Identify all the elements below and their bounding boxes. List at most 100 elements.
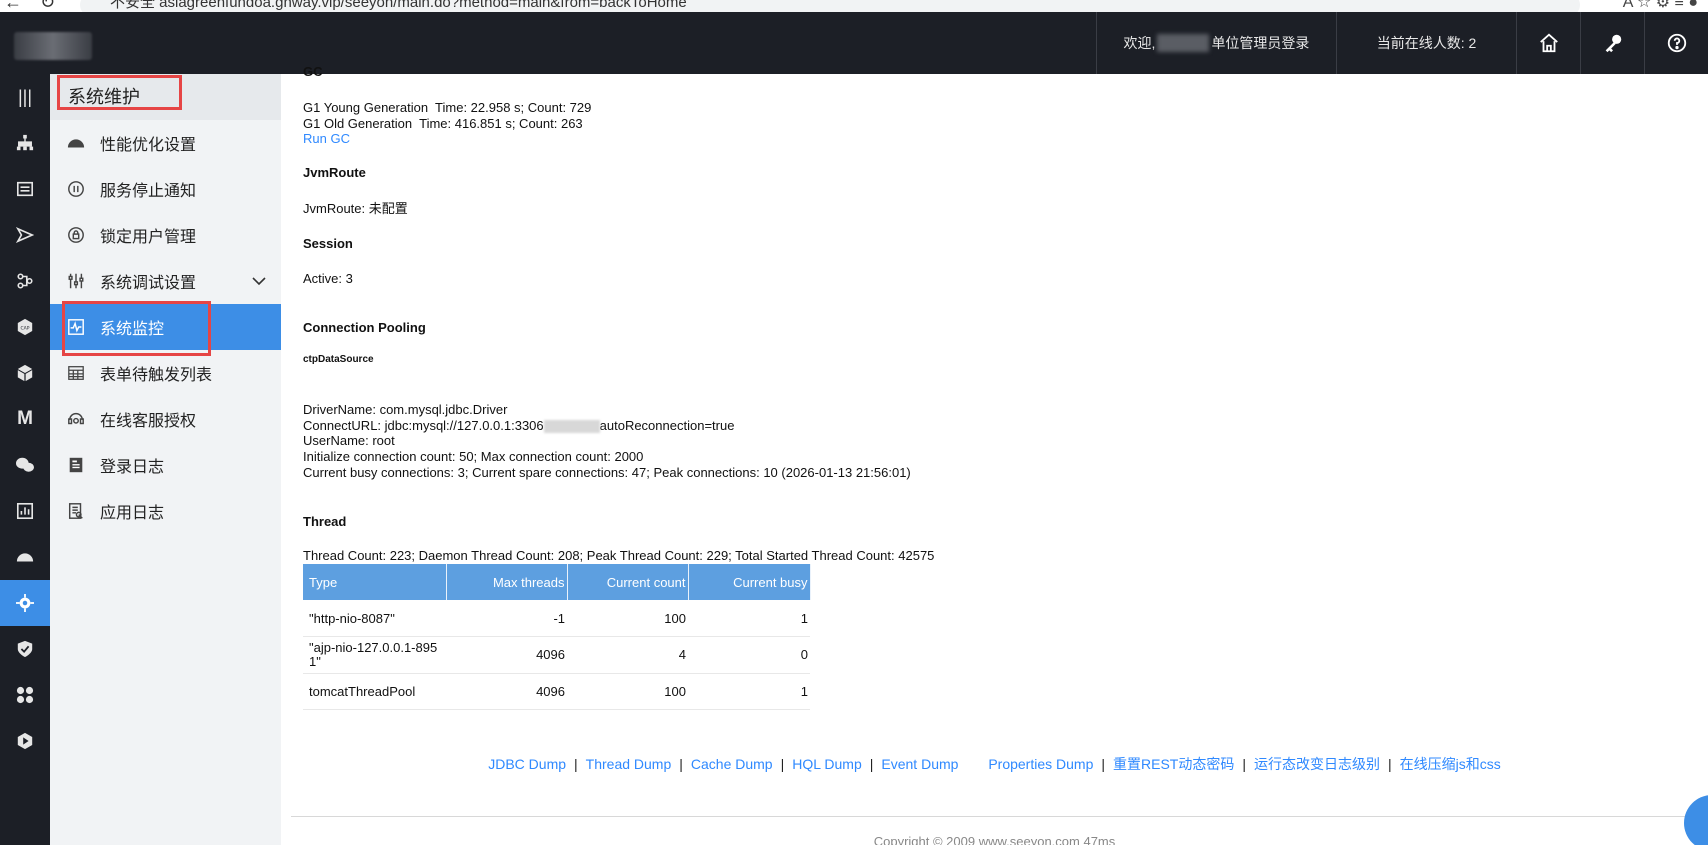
menu-label: 系统监控 bbox=[100, 321, 165, 338]
menu-item-service-stop[interactable]: 服务停止通知 bbox=[50, 166, 281, 212]
menu-item-form-trigger-list[interactable]: 表单待触发列表 bbox=[50, 350, 281, 396]
change-log-level-link[interactable]: 运行态改变日志级别 bbox=[1254, 756, 1380, 772]
cell-type: tomcatThreadPool bbox=[303, 673, 446, 710]
username: UserName: root bbox=[303, 433, 395, 448]
log-icon bbox=[66, 455, 86, 475]
cell-current: 100 bbox=[567, 600, 688, 637]
main-content: GC G1 Young Generation Time: 22.958 s; C… bbox=[281, 64, 1708, 845]
gc-old: G1 Old Generation Time: 416.851 s; Count… bbox=[303, 116, 583, 131]
browser-extension-icons[interactable]: A ☆ ⚙ ≡ ● bbox=[1623, 0, 1698, 12]
reload-icon[interactable]: ↻ bbox=[40, 0, 55, 12]
redacted-db bbox=[543, 420, 600, 434]
welcome-role: 单位管理员登录 bbox=[1211, 35, 1310, 51]
cell-busy: 1 bbox=[688, 600, 810, 637]
cap-icon[interactable]: CAP bbox=[0, 304, 50, 350]
cube-icon[interactable] bbox=[0, 350, 50, 396]
submenu-title: 系统维护 bbox=[50, 74, 281, 120]
menu-item-debug-settings[interactable]: 系统调试设置 bbox=[50, 258, 281, 304]
table-row: tomcatThreadPool 4096 100 1 bbox=[303, 673, 810, 710]
footer-divider bbox=[291, 816, 1699, 817]
workflow-icon[interactable] bbox=[0, 166, 50, 212]
menu-item-login-log[interactable]: 登录日志 bbox=[50, 442, 281, 488]
menu-toggle-icon[interactable]: ||| bbox=[0, 74, 50, 120]
cell-max: 4096 bbox=[446, 636, 567, 674]
menu-label: 性能优化设置 bbox=[100, 137, 197, 154]
cell-current: 100 bbox=[567, 673, 688, 710]
shield-icon[interactable] bbox=[0, 626, 50, 672]
wechat-icon[interactable] bbox=[0, 442, 50, 488]
report-icon[interactable] bbox=[0, 488, 50, 534]
pool-source: ctpDataSource bbox=[303, 354, 374, 365]
icon-rail: ||| CAP M bbox=[0, 74, 50, 845]
menu-label: 在线客服授权 bbox=[100, 413, 197, 430]
cell-busy: 0 bbox=[688, 636, 810, 674]
cell-busy: 1 bbox=[688, 673, 810, 710]
address-bar[interactable]: 不安全 asiagreenfundoa.gnway.vip/seeyon/mai… bbox=[80, 0, 1580, 12]
menu-item-system-monitor[interactable]: 系统监控 bbox=[50, 304, 281, 350]
menu-label: 系统调试设置 bbox=[100, 275, 197, 292]
redacted-username bbox=[1157, 34, 1210, 52]
jvm-heading: JvmRoute bbox=[303, 165, 366, 180]
reset-rest-password-link[interactable]: 重置REST动态密码 bbox=[1113, 756, 1234, 772]
pause-icon bbox=[66, 179, 86, 199]
th-busy: Current busy bbox=[688, 564, 811, 600]
table-row: "ajp-nio-127.0.0.1-8951" 4096 4 0 bbox=[303, 636, 810, 674]
thread-dump-link[interactable]: Thread Dump bbox=[586, 756, 672, 772]
menu-label: 服务停止通知 bbox=[100, 183, 197, 200]
grid-icon bbox=[66, 363, 86, 383]
menu-label: 应用日志 bbox=[100, 505, 165, 522]
gc-heading: GC bbox=[303, 64, 323, 79]
hql-dump-link[interactable]: HQL Dump bbox=[792, 756, 862, 772]
thread-heading: Thread bbox=[303, 514, 347, 529]
settings-gear-icon[interactable] bbox=[0, 580, 50, 626]
jdbc-dump-link[interactable]: JDBC Dump bbox=[488, 756, 566, 772]
dashboard-icon[interactable] bbox=[0, 534, 50, 580]
cell-max: 4096 bbox=[446, 673, 567, 710]
separator: | bbox=[574, 756, 578, 772]
lock-icon bbox=[66, 225, 86, 245]
home-icon[interactable] bbox=[1516, 12, 1580, 74]
org-chart-icon[interactable] bbox=[0, 120, 50, 166]
menu-item-locked-users[interactable]: 锁定用户管理 bbox=[50, 212, 281, 258]
menu-item-online-support[interactable]: 在线客服授权 bbox=[50, 396, 281, 442]
table-row: "http-nio-8087" -1 100 1 bbox=[303, 600, 810, 637]
gc-young: G1 Young Generation Time: 22.958 s; Coun… bbox=[303, 100, 592, 115]
plugin-icon[interactable] bbox=[0, 718, 50, 764]
online-count: 当前在线人数: 2 bbox=[1336, 12, 1516, 74]
flow-icon[interactable] bbox=[0, 258, 50, 304]
sliders-icon bbox=[66, 271, 86, 291]
cell-type: "ajp-nio-127.0.0.1-8951" bbox=[303, 636, 446, 674]
separator: | bbox=[780, 756, 785, 772]
help-icon[interactable] bbox=[1644, 12, 1708, 74]
svg-text:CAP: CAP bbox=[21, 325, 30, 331]
apps-icon[interactable] bbox=[0, 672, 50, 718]
pool-heading: Connection Pooling bbox=[303, 320, 426, 335]
menu-item-app-log[interactable]: 应用日志 bbox=[50, 488, 281, 534]
busy-connections: Current busy connections: 3; Current spa… bbox=[303, 465, 911, 480]
cell-current: 4 bbox=[567, 636, 688, 674]
logo bbox=[14, 32, 92, 60]
connect-url: ConnectURL: jdbc:mysql://127.0.0.1:3306 a… bbox=[303, 418, 734, 434]
key-icon[interactable] bbox=[1580, 12, 1644, 74]
app-log-icon bbox=[66, 501, 86, 521]
run-gc-link[interactable]: Run GC bbox=[303, 131, 350, 147]
back-arrow-icon[interactable]: ← bbox=[4, 0, 22, 12]
thread-summary: Thread Count: 223; Daemon Thread Count: … bbox=[303, 548, 935, 563]
gauge-icon bbox=[66, 133, 86, 153]
table-header-row: Type Max threads Current count Current b… bbox=[303, 564, 811, 600]
chevron-down-icon[interactable] bbox=[251, 273, 267, 289]
dump-links-bar: JDBC Dump | Thread Dump | Cache Dump | HQL Dum… bbox=[281, 754, 1708, 774]
cache-dump-link[interactable]: Cache Dump bbox=[691, 756, 773, 772]
init-count: Initialize connection count: 50; Max con… bbox=[303, 449, 644, 464]
compress-js-css-link[interactable]: 在线压缩js和css bbox=[1400, 756, 1501, 772]
event-dump-link[interactable]: Event Dump bbox=[881, 756, 958, 772]
separator: | bbox=[869, 756, 874, 772]
m-logo-icon[interactable]: M bbox=[0, 396, 50, 442]
session-value: Active: 3 bbox=[303, 271, 353, 286]
separator: | bbox=[1101, 756, 1106, 772]
send-icon[interactable] bbox=[0, 212, 50, 258]
separator: | bbox=[679, 756, 683, 772]
properties-dump-link[interactable]: Properties Dump bbox=[988, 756, 1093, 772]
connect-url-suffix: autoReconnection=true bbox=[599, 418, 735, 433]
menu-item-performance[interactable]: 性能优化设置 bbox=[50, 120, 281, 166]
